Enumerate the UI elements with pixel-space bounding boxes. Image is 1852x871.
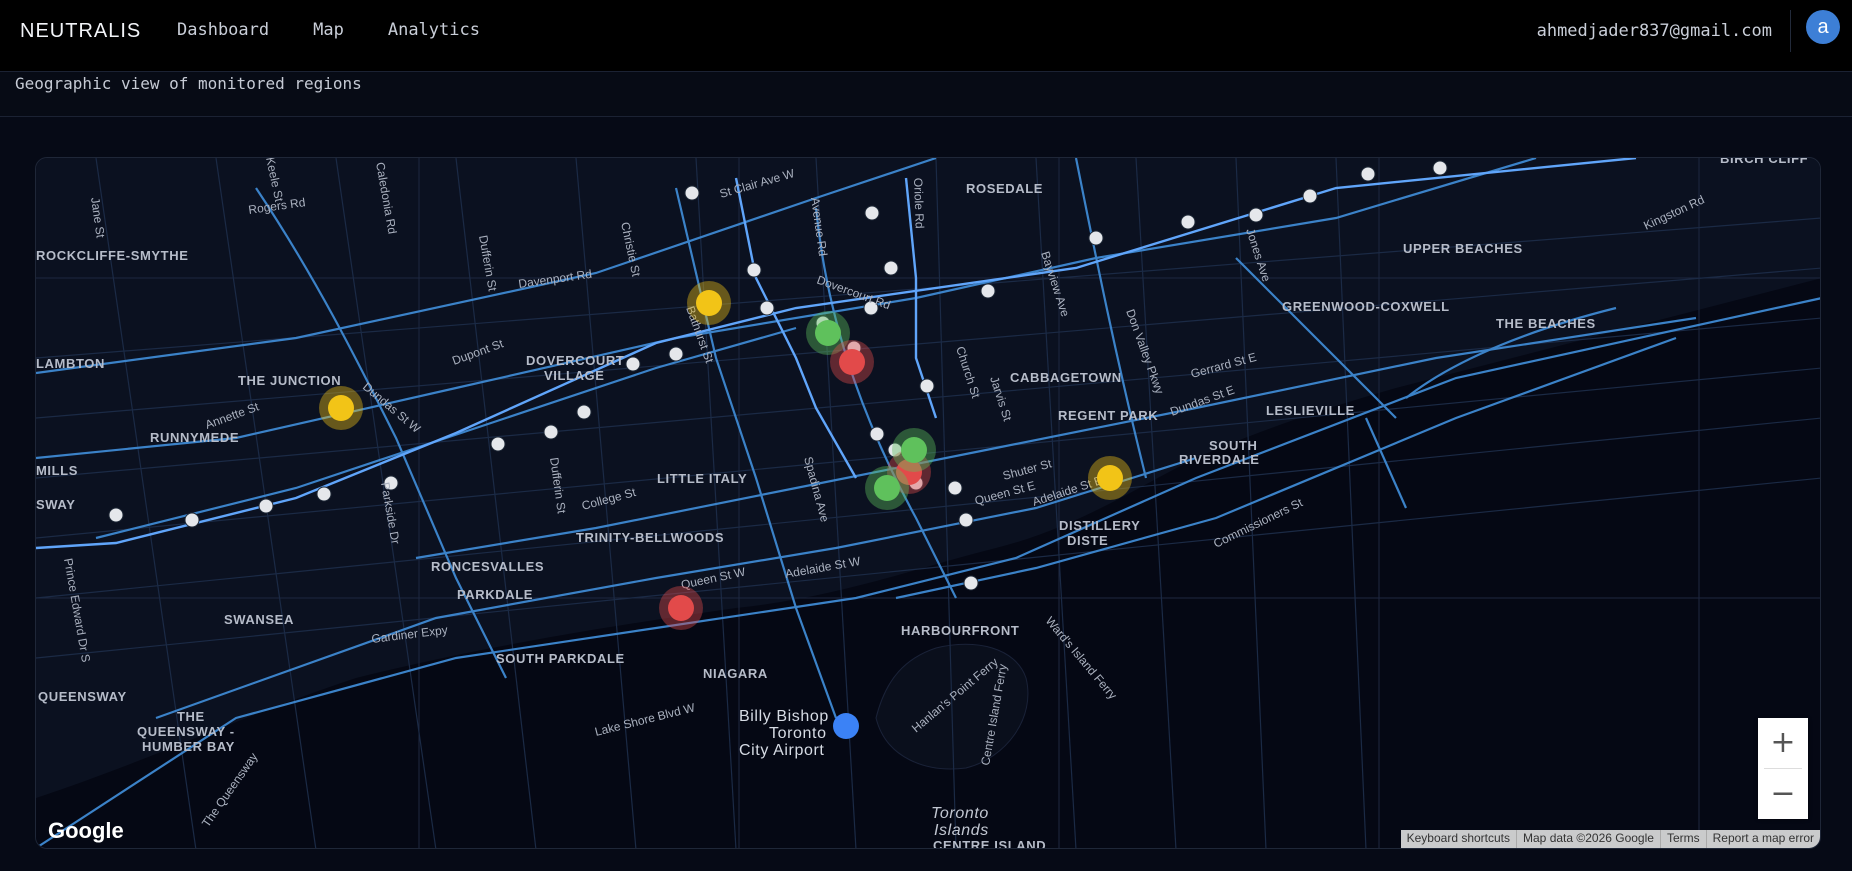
main-nav: Dashboard Map Analytics <box>177 20 480 40</box>
neighbourhood-label: LAMBTON <box>36 356 105 371</box>
neighbourhood-label: GREENWOOD-COXWELL <box>1282 299 1450 314</box>
neighbourhood-label: DISTE <box>1067 533 1108 548</box>
zoom-control: + − <box>1758 718 1808 819</box>
neighbourhood-label: THE BEACHES <box>1496 316 1596 331</box>
map-attribution: Keyboard shortcuts Map data ©2026 Google… <box>1400 830 1820 848</box>
page-subheader: Geographic view of monitored regions <box>0 72 1852 117</box>
neighbourhood-label: CENTRE ISLAND <box>933 838 1046 849</box>
map-canvas[interactable]: ROSEDALE ROCKCLIFFE-SMYTHE LAMBTON THE J… <box>36 158 1821 849</box>
region-marker-warning[interactable] <box>687 281 731 325</box>
neighbourhood-label: CABBAGETOWN <box>1010 370 1122 385</box>
region-marker-good[interactable] <box>892 428 936 472</box>
neighbourhood-label: SWANSEA <box>224 612 294 627</box>
neighbourhood-label: QUEENSWAY - <box>137 724 235 739</box>
airport-label: Billy Bishop <box>739 708 829 725</box>
neighbourhood-label: DISTILLERY <box>1059 518 1140 533</box>
neighbourhood-label: ROSEDALE <box>966 181 1043 196</box>
top-navigation-bar: NEUTRALIS Dashboard Map Analytics ahmedj… <box>0 0 1852 72</box>
neighbourhood-label: HUMBER BAY <box>142 739 235 754</box>
user-email: ahmedjader837@gmail.com <box>1536 21 1772 41</box>
neighbourhood-label: BIRCH CLIFF <box>1720 158 1808 166</box>
neighbourhood-label: REGENT PARK <box>1058 408 1158 423</box>
neighbourhood-label: MILLS <box>36 463 78 478</box>
region-marker-warning[interactable] <box>319 386 363 430</box>
neighbourhood-label: DOVERCOURT <box>526 353 624 368</box>
airport-icon <box>833 713 859 739</box>
region-marker-critical[interactable] <box>659 586 703 630</box>
header-divider <box>1790 10 1791 52</box>
neighbourhood-label: SOUTH <box>1209 438 1258 453</box>
neighbourhood-label: SWAY <box>36 497 76 512</box>
region-marker-critical[interactable] <box>830 340 874 384</box>
nav-map[interactable]: Map <box>313 20 344 40</box>
page-description: Geographic view of monitored regions <box>15 74 362 93</box>
neighbourhood-label: ROCKCLIFFE-SMYTHE <box>36 248 188 263</box>
zoom-out-button[interactable]: − <box>1758 769 1808 819</box>
neighbourhood-label: LITTLE ITALY <box>657 471 747 486</box>
neighbourhood-label: PARKDALE <box>457 587 533 602</box>
nav-dashboard[interactable]: Dashboard <box>177 20 269 40</box>
terms-link[interactable]: Terms <box>1659 830 1706 848</box>
nav-analytics[interactable]: Analytics <box>388 20 480 40</box>
region-marker-warning[interactable] <box>1088 456 1132 500</box>
brand-logo[interactable]: NEUTRALIS <box>20 20 141 43</box>
neighbourhood-label: VILLAGE <box>544 368 605 383</box>
map-data-credit: Map data ©2026 Google <box>1516 830 1660 848</box>
neighbourhood-label: THE JUNCTION <box>238 373 341 388</box>
neighbourhood-label: RUNNYMEDE <box>150 430 239 445</box>
neighbourhood-label: SOUTH PARKDALE <box>496 651 625 666</box>
neighbourhood-label: TRINITY-BELLWOODS <box>576 530 724 545</box>
neighbourhood-label: RIVERDALE <box>1179 452 1260 467</box>
google-logo[interactable]: Google <box>48 818 124 844</box>
neighbourhood-label: NIAGARA <box>703 666 768 681</box>
street-label: Oriole Rd <box>911 178 927 229</box>
neighbourhood-label: THE <box>177 709 205 724</box>
neighbourhood-label: RONCESVALLES <box>431 559 544 574</box>
neighbourhood-label: HARBOURFRONT <box>901 623 1019 638</box>
neighbourhood-label: UPPER BEACHES <box>1403 241 1523 256</box>
region-marker-good[interactable] <box>865 466 909 510</box>
map-container[interactable]: ROSEDALE ROCKCLIFFE-SMYTHE LAMBTON THE J… <box>35 157 1821 849</box>
zoom-in-button[interactable]: + <box>1758 718 1808 768</box>
user-avatar[interactable]: a <box>1806 10 1840 44</box>
airport-label: Toronto <box>769 725 827 742</box>
islands-label: Islands <box>934 822 989 839</box>
airport-label: City Airport <box>739 742 824 759</box>
neighbourhood-label: QUEENSWAY <box>38 689 127 704</box>
neighbourhood-label: LESLIEVILLE <box>1266 403 1355 418</box>
islands-label: Toronto <box>931 805 989 822</box>
keyboard-shortcuts-link[interactable]: Keyboard shortcuts <box>1401 830 1516 848</box>
report-error-link[interactable]: Report a map error <box>1705 830 1820 848</box>
